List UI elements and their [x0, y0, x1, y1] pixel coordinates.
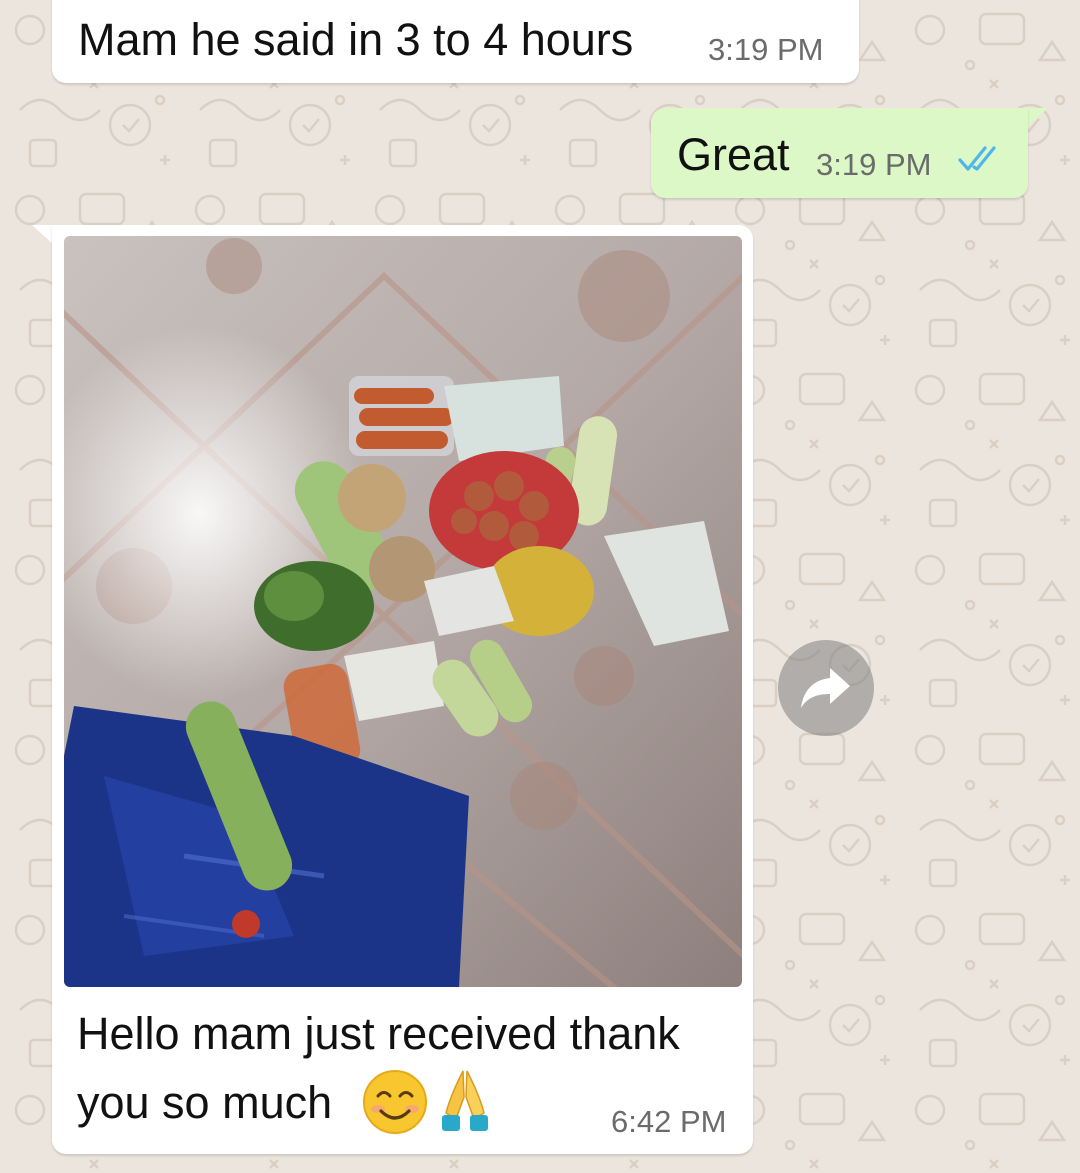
forward-icon — [801, 668, 850, 708]
forward-button[interactable] — [778, 640, 874, 736]
smiling-face-icon — [363, 1070, 427, 1134]
message-timestamp: 3:19 PM — [708, 32, 824, 67]
message-caption-line: Hello mam just received thank — [77, 1008, 680, 1059]
message-photo[interactable] — [64, 236, 742, 987]
message-timestamp: 6:42 PM — [611, 1104, 727, 1139]
double-check-icon — [958, 146, 996, 171]
message-timestamp: 3:19 PM — [816, 147, 932, 182]
message-text: Great — [677, 129, 790, 180]
folded-hands-icon — [442, 1070, 488, 1131]
message-text: Mam he said in 3 to 4 hours — [78, 14, 634, 65]
bubble-tail — [1026, 108, 1048, 128]
incoming-message-bubble[interactable]: Mam he said in 3 to 4 hours 3:19 PM — [52, 0, 859, 83]
incoming-image-message[interactable]: Hello mam just received thank you so muc… — [52, 225, 753, 1154]
message-caption-line: you so much — [77, 1077, 333, 1128]
groceries-photo-image — [64, 236, 742, 987]
outgoing-message-bubble[interactable]: Great 3:19 PM — [651, 108, 1028, 198]
bubble-tail — [32, 225, 54, 245]
